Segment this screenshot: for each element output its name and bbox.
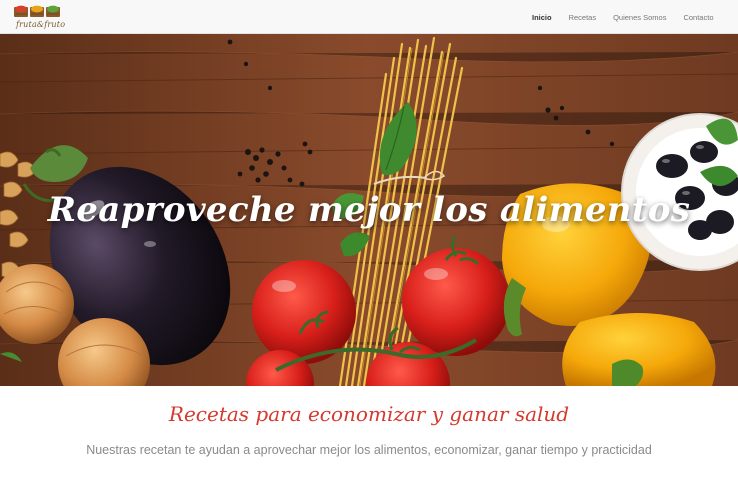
- nav-item-recetas[interactable]: Recetas: [560, 13, 605, 22]
- nav-item-quienes-somos[interactable]: Quienes Somos: [605, 13, 675, 22]
- fruit-crates-logo-icon: [14, 5, 60, 17]
- navbar: fruta&fruto Inicio Recetas Quienes Somos…: [0, 0, 738, 34]
- nav-menu: Inicio Recetas Quienes Somos Contacto: [523, 0, 722, 34]
- section-lead-text: Nuestras recetan te ayudan a aprovechar …: [86, 443, 652, 457]
- hero-banner: Reaproveche mejor los alimentos: [0, 34, 738, 386]
- hero-title: Reaproveche mejor los alimentos: [47, 190, 691, 230]
- brand-logo-text: fruta&fruto: [16, 20, 66, 29]
- nav-item-contacto[interactable]: Contacto: [675, 13, 722, 22]
- nav-item-inicio[interactable]: Inicio: [523, 13, 560, 22]
- section-heading: Recetas para economizar y ganar salud: [168, 402, 570, 426]
- brand-logo[interactable]: fruta&fruto: [14, 5, 65, 31]
